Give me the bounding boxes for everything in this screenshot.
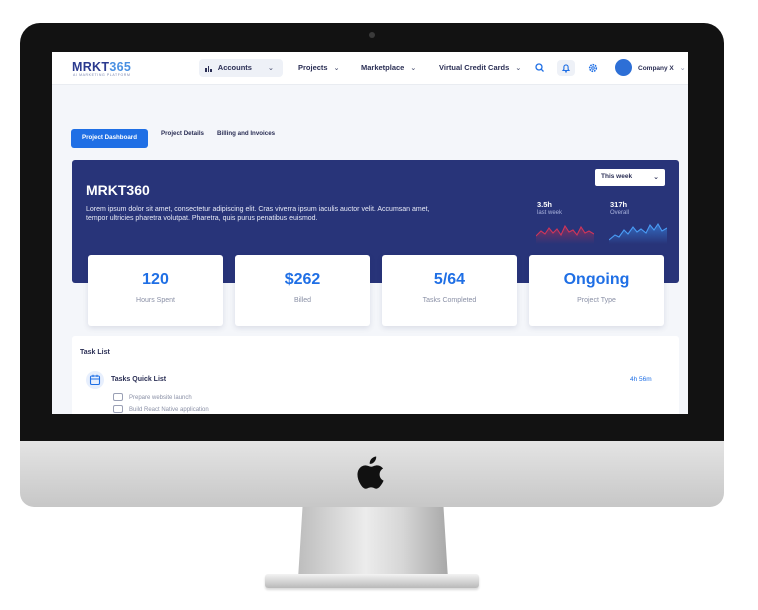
chevron-down-icon: ⌄ [679,65,686,72]
metric-card-project-type: Ongoing Project Type [529,255,664,326]
task-label: Build React Native application [129,407,209,413]
metric-card-billed: $262 Billed [235,255,370,326]
tab-project-dashboard[interactable]: Project Dashboard [71,129,148,148]
gear-icon [588,63,598,73]
chevron-down-icon: ⌄ [267,65,274,72]
calendar-icon [89,374,101,386]
task-checkbox[interactable] [113,405,123,413]
settings-button[interactable] [584,60,602,76]
chevron-down-icon: ⌄ [515,65,522,72]
stat-last-week-caption: last week [537,210,563,216]
avatar[interactable] [615,59,632,76]
quick-list-time: 4h 56m [630,376,652,383]
chevron-down-icon: ⌄ [410,65,417,72]
metric-value: $262 [284,271,321,288]
tab-billing-and-invoices[interactable]: Billing and Invoices [217,130,275,137]
nav-item-label: Projects [298,63,328,72]
apple-logo-icon [357,456,384,489]
tab-project-details[interactable]: Project Details [161,130,204,137]
nav-item-projects[interactable]: Projects ⌄ [298,63,339,72]
monitor-stand-base [265,574,479,588]
stat-overall-caption: Overall [610,210,630,216]
period-select[interactable]: This week ⌄ [595,169,665,186]
camera-icon [369,32,375,38]
task-list-panel: Task List Tasks Quick List 4h 56m Prepar… [72,336,679,414]
monitor-stand-neck [298,507,448,579]
metric-card-tasks-completed: 5/64 Tasks Completed [382,255,517,326]
nav-item-accounts[interactable]: Accounts ⌄ [199,59,283,77]
search-icon [535,63,544,72]
nav-item-virtual-credit-cards[interactable]: Virtual Credit Cards ⌄ [439,63,521,72]
brand-name-accent: 365 [109,60,132,74]
top-navigation: MRKT365 AI MARKETING PLATFORM Accounts ⌄ … [52,52,688,85]
project-description: Lorem ipsum dolor sit amet, consectetur … [86,206,430,222]
chevron-down-icon: ⌄ [653,174,659,181]
task-list-title: Task List [80,349,110,356]
task-label: Prepare website launch [129,395,192,401]
metric-caption: Hours Spent [136,297,175,304]
stat-last-week-value: 3.5h [537,200,553,209]
nav-item-label: Marketplace [361,63,405,72]
metric-value: 120 [142,271,169,288]
company-switcher[interactable]: Company X ⌄ [638,64,686,72]
notifications-button[interactable] [557,60,575,76]
metric-caption: Tasks Completed [422,297,477,304]
metric-value: 5/64 [433,271,466,288]
task-item[interactable]: Prepare website launch [113,393,192,401]
metric-value: Ongoing [563,271,630,288]
metric-caption: Billed [293,297,312,304]
brand-tagline: AI MARKETING PLATFORM [73,73,131,77]
brand-name: MRKT [72,60,110,74]
sparkline-overall [609,222,667,244]
search-button[interactable] [531,60,549,76]
nav-item-label: Virtual Credit Cards [439,63,510,72]
company-name: Company X [638,65,674,72]
project-title: MRKT360 [86,182,150,198]
brand-logo[interactable]: MRKT365 [72,60,131,74]
app-screen: MRKT365 AI MARKETING PLATFORM Accounts ⌄ … [52,52,688,414]
bell-icon [561,64,571,73]
metric-caption: Project Type [577,297,616,304]
period-select-value: This week [601,173,633,180]
nav-item-label: Accounts [217,63,252,72]
stat-overall-value: 317h [610,200,628,209]
nav-item-marketplace[interactable]: Marketplace ⌄ [361,63,416,72]
metric-card-hours-spent: 120 Hours Spent [88,255,223,326]
quick-list-badge [86,371,104,389]
bar-chart-icon [205,63,213,72]
task-checkbox[interactable] [113,393,123,401]
sparkline-last-week [536,224,594,244]
task-item[interactable]: Build React Native application [113,405,209,413]
chevron-down-icon: ⌄ [333,65,340,72]
quick-list-title: Tasks Quick List [111,376,167,383]
